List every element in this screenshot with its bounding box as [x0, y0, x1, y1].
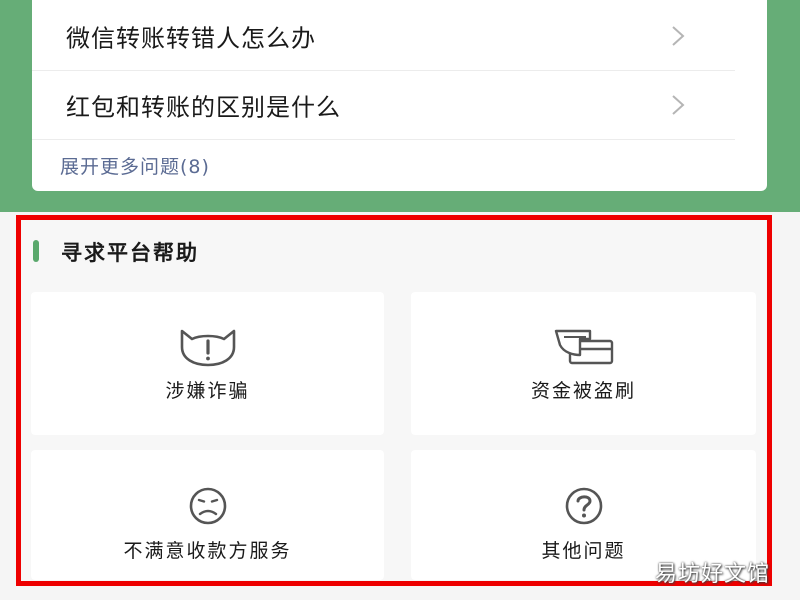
help-tile-unsatisfied-service[interactable]: 不满意收款方服务: [31, 450, 384, 580]
chevron-right-icon: [672, 26, 685, 46]
faq-item-label: 微信转账转错人怎么办: [66, 24, 316, 53]
card-swipe-icon: [554, 329, 613, 365]
question-circle-icon: [565, 487, 602, 525]
section-accent-bar: [33, 240, 39, 262]
faq-item-label: 红包和转账的区别是什么: [66, 93, 341, 122]
help-tile-fraud[interactable]: 涉嫌诈骗: [31, 292, 384, 435]
help-tile-label: 涉嫌诈骗: [165, 380, 250, 402]
help-tile-stolen-funds[interactable]: 资金被盗刷: [411, 292, 756, 435]
section-title: 寻求平台帮助: [61, 241, 199, 265]
help-tile-label: 不满意收款方服务: [123, 540, 292, 562]
watermark-text: 易坊好文馆: [655, 562, 771, 587]
expand-more-questions-link[interactable]: 展开更多问题(8): [60, 152, 210, 179]
chevron-right-icon: [672, 95, 685, 115]
cat-warning-icon: [180, 329, 235, 367]
faq-item-redpacket-vs-transfer[interactable]: 红包和转账的区别是什么: [32, 71, 735, 140]
faq-item-wrong-transfer[interactable]: 微信转账转错人怎么办: [32, 2, 735, 71]
help-tile-label: 资金被盗刷: [530, 380, 636, 402]
frown-face-icon: [189, 487, 226, 525]
